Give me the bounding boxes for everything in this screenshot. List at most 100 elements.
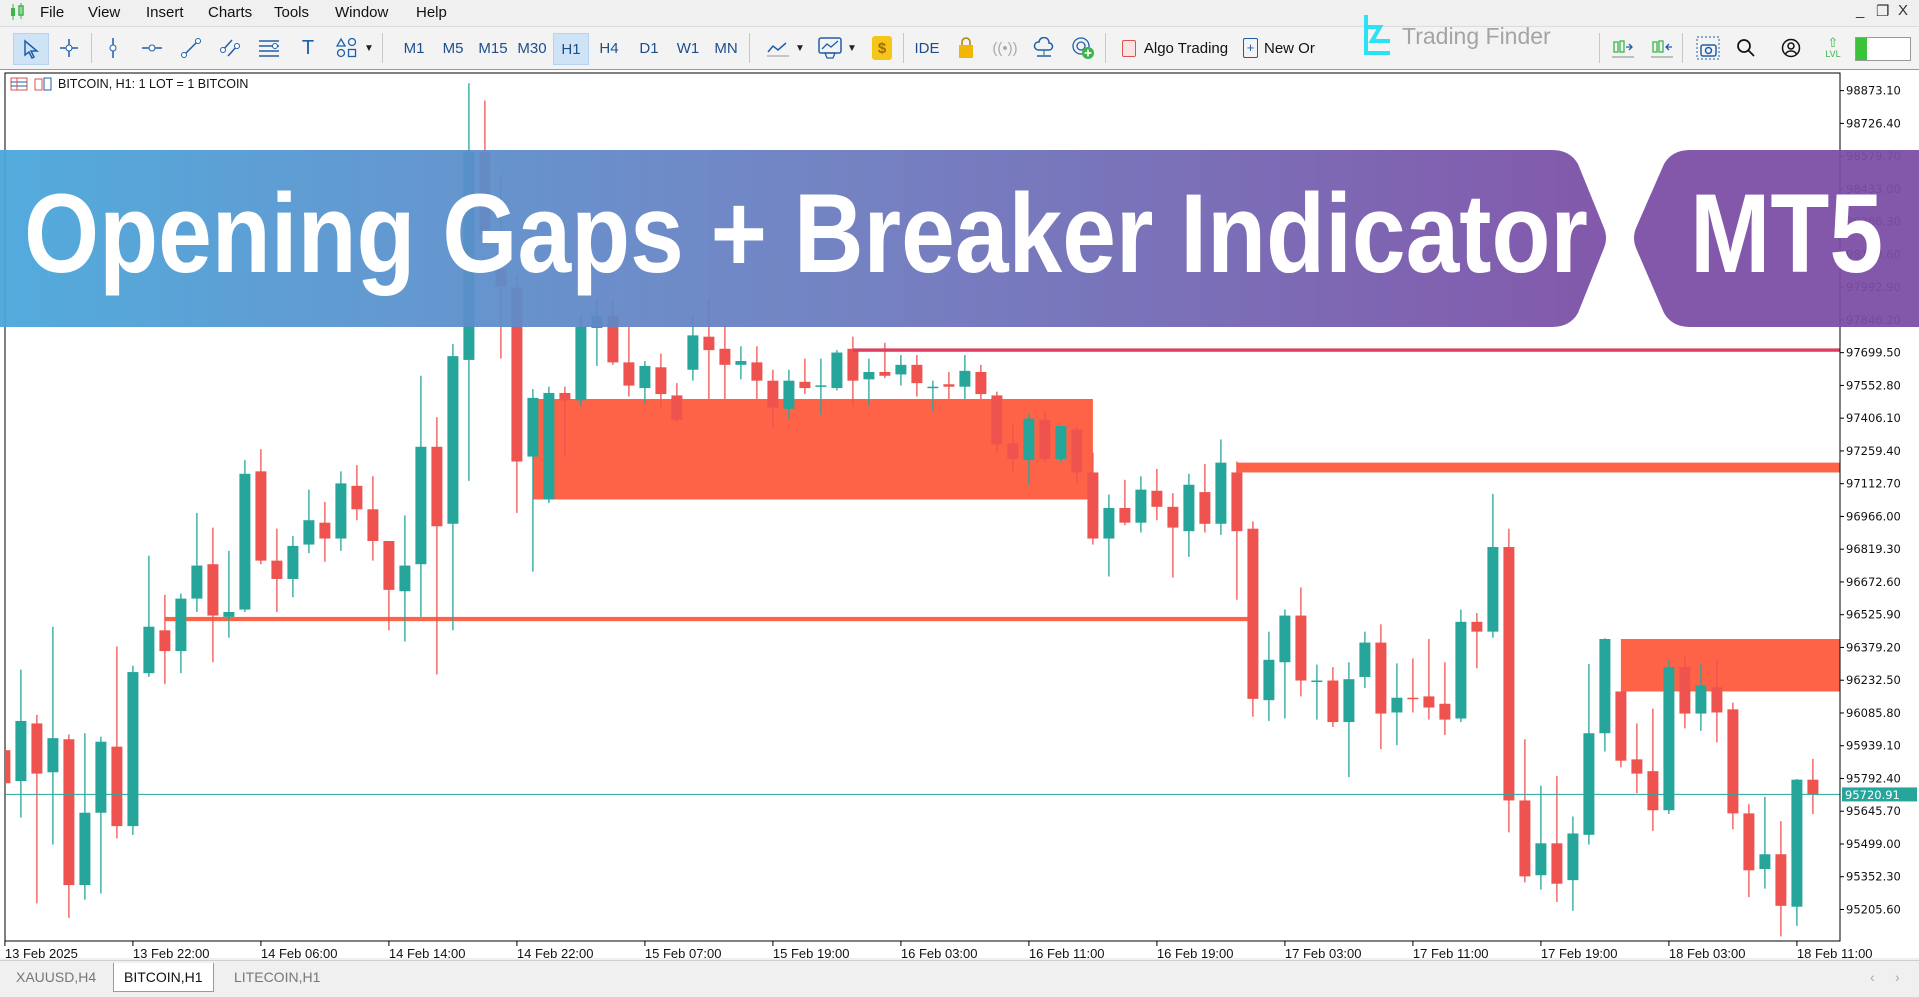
candle-body	[1535, 843, 1547, 876]
candle-body	[223, 611, 235, 617]
tab-xauusd-h4[interactable]: XAUUSD,H4	[6, 963, 106, 991]
bullish-candle	[191, 512, 203, 612]
bearish-candle	[847, 336, 859, 407]
candle-body	[351, 485, 363, 510]
candle-body	[1087, 472, 1099, 539]
bullish-candle	[79, 733, 91, 900]
bullish-candle	[47, 626, 59, 845]
bearish-candle	[1295, 587, 1307, 697]
breaker-block-zone[interactable]	[1620, 639, 1840, 692]
candle-body	[127, 672, 139, 827]
time-tick-label: 16 Feb 03:00	[901, 946, 978, 961]
bullish-candle	[687, 315, 699, 381]
candle-body	[1167, 506, 1179, 528]
bullish-candle	[287, 536, 299, 598]
price-tick-label: 95792.40	[1846, 771, 1901, 785]
opening-gap-zone[interactable]	[1236, 462, 1840, 473]
bullish-candle	[575, 315, 587, 407]
bullish-candle	[415, 375, 427, 617]
bullish-candle	[895, 355, 907, 386]
candle-body	[911, 364, 923, 384]
price-tick-label: 98286.30	[1846, 215, 1901, 229]
candle-body	[63, 739, 75, 886]
candle-body	[303, 520, 315, 545]
bullish-candle	[143, 555, 155, 677]
candle-body	[287, 545, 299, 579]
time-tick-label: 14 Feb 14:00	[389, 946, 466, 961]
candle-body	[239, 473, 251, 610]
bullish-candle	[1359, 631, 1371, 688]
bearish-candle	[1551, 776, 1563, 903]
candle-body	[1503, 547, 1515, 801]
tabs-scroll-left-icon[interactable]: ‹	[1870, 969, 1875, 985]
bearish-candle	[1471, 613, 1483, 669]
price-tick-label: 95205.60	[1846, 902, 1901, 916]
time-tick-label: 17 Feb 19:00	[1541, 946, 1618, 961]
bullish-candle	[1055, 426, 1067, 463]
bullish-candle	[1263, 631, 1275, 721]
bearish-candle	[479, 100, 491, 245]
candle-body	[1775, 854, 1787, 906]
candle-body	[1583, 733, 1595, 835]
candle-body	[527, 397, 539, 457]
trade-panel-icon[interactable]	[10, 77, 28, 91]
candle-body	[175, 598, 187, 652]
candle-body	[543, 392, 555, 500]
candle-body	[1615, 691, 1627, 761]
bearish-candle	[1743, 804, 1755, 898]
bearish-candle	[111, 646, 123, 839]
bullish-candle	[1567, 816, 1579, 911]
candle-body	[799, 381, 811, 389]
candle-body	[415, 446, 427, 565]
bullish-candle	[175, 593, 187, 674]
bullish-candle	[1535, 785, 1547, 890]
candle-body	[655, 367, 667, 395]
candlestick-chart[interactable]: 98873.10 98726.40 98579.70 98433.00 98286.30…	[0, 0, 1919, 996]
tab-bitcoin-h1[interactable]: BITCOIN,H1	[113, 963, 214, 992]
bullish-candle	[15, 669, 27, 818]
candle-body	[1695, 685, 1707, 714]
candle-body	[767, 380, 779, 408]
candle-body	[95, 741, 107, 813]
candle-body	[1759, 854, 1771, 869]
bearish-candle	[1807, 758, 1819, 815]
bearish-candle	[1727, 702, 1739, 830]
price-tick-label: 96966.00	[1846, 509, 1901, 523]
bullish-candle	[831, 350, 843, 391]
candle-body	[1215, 462, 1227, 524]
candle-body	[735, 361, 747, 365]
time-tick-label: 18 Feb 11:00	[1797, 946, 1873, 961]
candle-body	[1407, 697, 1419, 700]
bearish-candle	[351, 465, 363, 521]
tabs-scroll-right-icon[interactable]: ›	[1895, 969, 1900, 985]
current-price-label: 95720.91	[1845, 788, 1900, 802]
chart-properties-icon[interactable]	[34, 77, 52, 91]
candle-body	[1471, 621, 1483, 632]
candle-body	[879, 371, 891, 376]
candle-body	[1567, 833, 1579, 881]
bearish-candle	[367, 476, 379, 561]
candle-body	[159, 630, 171, 652]
chart-header: BITCOIN, H1: 1 LOT = 1 BITCOIN	[10, 77, 248, 91]
opening-gap-zone[interactable]	[164, 616, 1253, 622]
bearish-candle	[1423, 639, 1435, 720]
bullish-candle	[1103, 494, 1115, 577]
candle-body	[463, 151, 475, 360]
bullish-candle	[959, 355, 971, 399]
price-tick-label: 97259.40	[1846, 444, 1901, 458]
bullish-candle	[1663, 659, 1675, 815]
time-tick-label: 14 Feb 06:00	[261, 946, 338, 961]
bullish-candle	[1135, 476, 1147, 533]
candle-body	[1151, 490, 1163, 507]
bearish-candle	[31, 714, 43, 904]
candle-body	[15, 720, 27, 782]
candle-body	[255, 471, 267, 561]
time-tick-label: 13 Feb 22:00	[133, 946, 210, 961]
bullish-candle	[127, 665, 139, 835]
bearish-candle	[975, 364, 987, 399]
candle-body	[1743, 813, 1755, 871]
bearish-candle	[63, 734, 75, 918]
tab-litecoin-h1[interactable]: LITECOIN,H1	[224, 963, 330, 991]
price-tick-label: 95352.30	[1846, 870, 1901, 884]
breaker-level-line[interactable]	[852, 348, 1840, 352]
